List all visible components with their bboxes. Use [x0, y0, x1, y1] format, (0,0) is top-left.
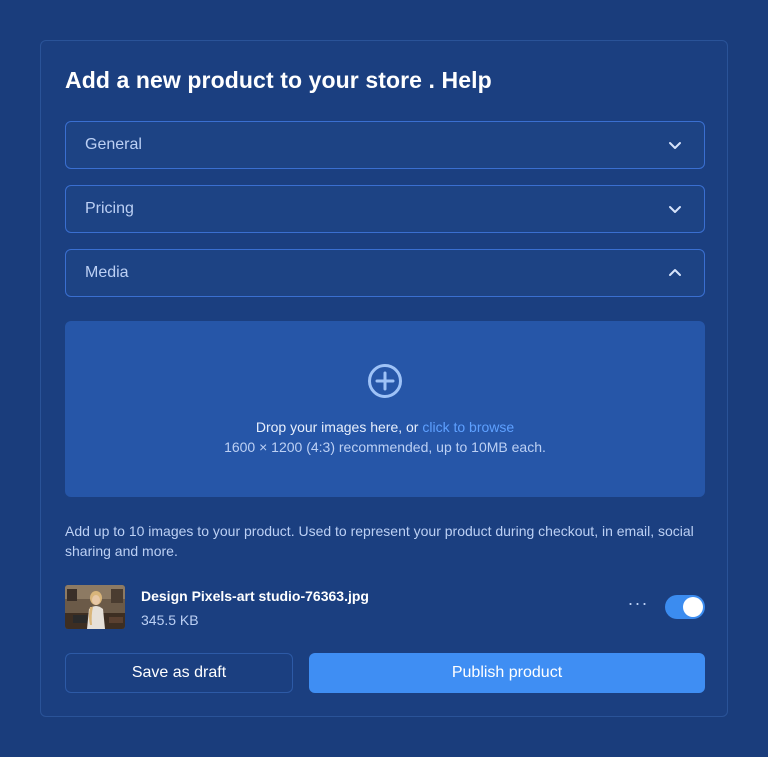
- chevron-down-icon: [669, 206, 681, 213]
- plus-circle-icon: [368, 364, 402, 398]
- save-draft-button[interactable]: Save as draft: [65, 653, 293, 693]
- file-size: 345.5 KB: [141, 612, 199, 628]
- uploaded-file-row: Design Pixels-art studio-76363.jpg 345.5…: [65, 585, 705, 629]
- thumbnail-image: [65, 585, 125, 629]
- file-toggle[interactable]: [665, 595, 705, 619]
- more-options-icon[interactable]: ···: [625, 594, 651, 617]
- toggle-knob: [683, 597, 703, 617]
- dropzone-instructions: Drop your images here, or click to brows…: [65, 419, 705, 435]
- image-dropzone[interactable]: Drop your images here, or click to brows…: [65, 321, 705, 497]
- dropzone-hint: 1600 × 1200 (4:3) recommended, up to 10M…: [224, 439, 546, 455]
- file-name: Design Pixels-art studio-76363.jpg: [141, 588, 369, 604]
- chevron-up-icon: [669, 269, 681, 276]
- browse-link[interactable]: click to browse: [422, 419, 514, 435]
- media-help-text: Add up to 10 images to your product. Use…: [65, 523, 694, 559]
- file-thumbnail: [65, 585, 125, 629]
- accordion-pricing-label: Pricing: [85, 200, 134, 217]
- accordion-general-label: General: [85, 136, 142, 153]
- accordion-pricing[interactable]: Pricing: [65, 185, 705, 233]
- accordion-media[interactable]: Media: [65, 249, 705, 297]
- accordion-general[interactable]: General: [65, 121, 705, 169]
- publish-product-button[interactable]: Publish product: [309, 653, 705, 693]
- dropzone-text: Drop your images here, or: [255, 419, 423, 435]
- accordion-media-label: Media: [85, 264, 129, 281]
- page-title: Add a new product to your store . Help: [65, 67, 492, 93]
- product-card: Add a new product to your store . Help G…: [40, 40, 728, 717]
- chevron-down-icon: [669, 142, 681, 149]
